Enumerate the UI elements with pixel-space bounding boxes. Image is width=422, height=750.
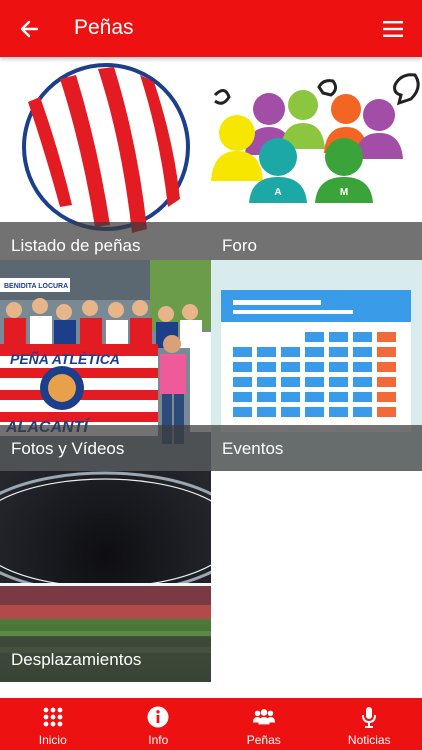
calendar-cell <box>353 347 372 357</box>
app-bar: Peñas <box>0 0 422 57</box>
calendar-cell <box>377 392 396 402</box>
calendar-cell <box>233 407 252 417</box>
calendar-cell <box>281 362 300 372</box>
calendar-cell <box>353 392 372 402</box>
calendar-cell <box>281 407 300 417</box>
calendar-cell <box>281 377 300 387</box>
calendar-cell <box>305 347 324 357</box>
calendar-cell <box>257 407 276 417</box>
calendar-cell <box>257 347 276 357</box>
calendar-cell <box>233 377 252 387</box>
hamburger-menu-icon[interactable] <box>378 14 408 44</box>
nav-noticias[interactable]: Noticias <box>317 698 422 750</box>
calendar-cell <box>353 377 372 387</box>
nav-inicio[interactable]: Inicio <box>0 698 106 750</box>
calendar-cell <box>377 347 396 357</box>
calendar-cell <box>377 332 396 342</box>
calendar-cell <box>329 392 348 402</box>
calendar-cell <box>305 377 324 387</box>
calendar-cell <box>281 347 300 357</box>
tile-foro[interactable]: A M Foro <box>211 57 422 268</box>
page-title: Peñas <box>74 16 134 39</box>
tile-desplazamientos[interactable]: Desplazamientos <box>0 471 211 682</box>
grid-icon <box>42 706 64 728</box>
nav-label: Info <box>148 733 169 747</box>
calendar-cell <box>329 332 348 342</box>
microphone-icon <box>358 706 380 728</box>
group-icon <box>252 706 275 728</box>
calendar-cell <box>329 347 348 357</box>
bottom-navigation: Inicio Info Peñas Noticias <box>0 698 422 750</box>
calendar-cell <box>257 377 276 387</box>
photo-sign-text: BENIDITA LOCURA <box>4 283 68 290</box>
calendar-cell <box>257 392 276 402</box>
calendar-cell <box>257 362 276 372</box>
calendar-cell <box>377 362 396 372</box>
info-icon <box>147 706 169 728</box>
menu-grid: Listado de peñas A M Foro BENIDITA LOCUR… <box>0 57 422 698</box>
tile-label: Eventos <box>211 425 422 471</box>
tile-listado-penas[interactable]: Listado de peñas <box>0 57 211 268</box>
calendar-cell <box>305 407 324 417</box>
calendar-cell <box>377 377 396 387</box>
calendar-cell <box>233 347 252 357</box>
tile-label: Fotos y Vídeos <box>0 425 211 471</box>
calendar-cell <box>329 362 348 372</box>
nav-info[interactable]: Info <box>106 698 212 750</box>
calendar-cell <box>305 392 324 402</box>
back-arrow-icon[interactable] <box>14 14 44 44</box>
tile-label: Desplazamientos <box>0 636 211 682</box>
calendar-cell <box>329 377 348 387</box>
calendar-cell <box>329 407 348 417</box>
tile-fotos-videos[interactable]: BENIDITA LOCURA PEÑA ATLÉTICA Fotos y Ví… <box>0 260 211 471</box>
nav-label: Noticias <box>347 733 391 747</box>
nav-label: Peñas <box>246 733 281 747</box>
calendar-cell <box>377 407 396 417</box>
calendar-cell <box>353 362 372 372</box>
calendar-cell <box>353 407 372 417</box>
calendar-cell <box>233 362 252 372</box>
tile-eventos[interactable]: Eventos <box>211 260 422 471</box>
forum-letter-a: A <box>274 187 281 198</box>
forum-letter-m: M <box>340 187 348 198</box>
photo-banner-text: PEÑA ATLÉTICA <box>10 350 120 367</box>
nav-penas[interactable]: Peñas <box>211 698 317 750</box>
calendar-cell <box>281 392 300 402</box>
calendar-cell <box>305 332 324 342</box>
nav-label: Inicio <box>38 733 67 747</box>
calendar-cell <box>233 392 252 402</box>
calendar-cell <box>353 332 372 342</box>
calendar-cell <box>305 362 324 372</box>
